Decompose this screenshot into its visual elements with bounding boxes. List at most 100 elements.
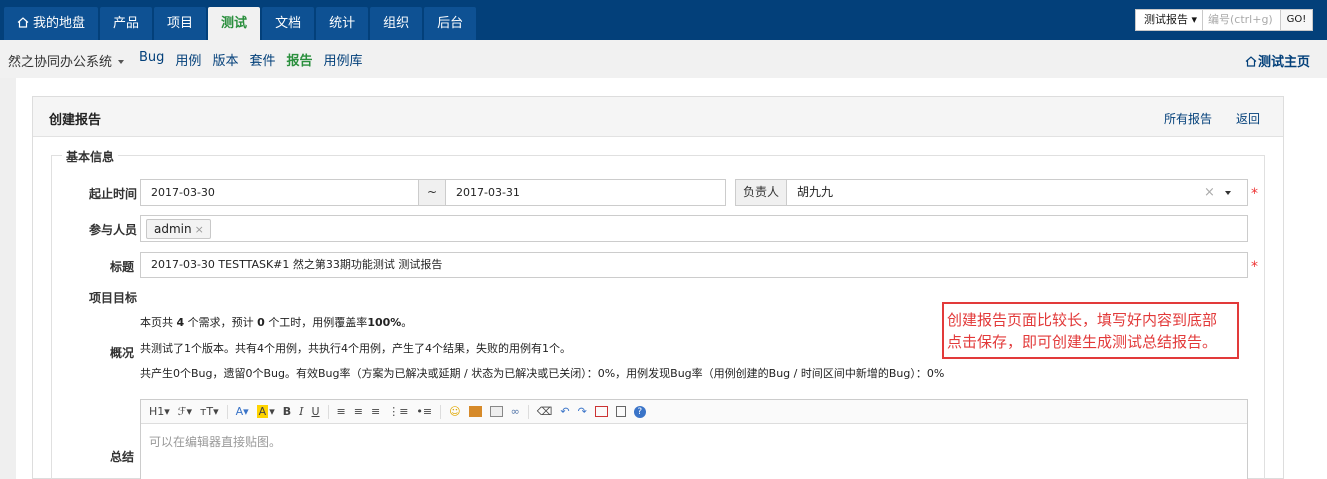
period-label: 起止时间 xyxy=(89,187,138,201)
owner-select[interactable]: 胡九九 × xyxy=(786,179,1248,206)
italic-button[interactable]: I xyxy=(299,405,303,418)
search-type-select[interactable]: 测试报告 ▾ xyxy=(1135,9,1203,31)
members-select[interactable]: admin × xyxy=(140,215,1248,242)
search-input[interactable]: 编号(ctrl+g) xyxy=(1203,9,1281,31)
nav-tab-doc[interactable]: 文档 xyxy=(262,7,315,40)
template-icon[interactable] xyxy=(615,406,626,417)
search-go-button[interactable]: GO! xyxy=(1281,9,1313,31)
goal-hours: 0 xyxy=(257,316,265,329)
fieldset-legend: 基本信息 xyxy=(62,148,119,165)
sub-nav-links: Bug 用例 版本 套件 报告 用例库 xyxy=(139,50,374,69)
nav-tab-product[interactable]: 产品 xyxy=(100,7,153,40)
test-home-link[interactable]: 测试主页 xyxy=(1245,51,1310,70)
highlight-dropdown-icon[interactable]: ▾ xyxy=(269,405,275,418)
code-icon[interactable] xyxy=(489,406,503,417)
redo-icon[interactable]: ↷ xyxy=(578,405,587,418)
goal-prefix: 本页共 xyxy=(140,316,173,329)
subnav-report[interactable]: 报告 xyxy=(286,50,312,69)
back-link[interactable]: 返回 xyxy=(1236,110,1260,127)
all-reports-link[interactable]: 所有报告 xyxy=(1164,110,1212,127)
heading-button[interactable]: H1▾ xyxy=(149,405,170,418)
goal-text: 本页共 4 个需求，预计 0 个工时，用例覆盖率100%。 xyxy=(140,314,412,330)
start-date-input[interactable]: 2017-03-30 xyxy=(140,179,419,206)
summary-label: 总结 xyxy=(110,450,135,464)
annotation-line-1: 创建报告页面比较长，填写好内容到底部 xyxy=(947,311,1218,329)
main-nav: 我的地盘 产品 项目 测试 文档 统计 组织 后台 xyxy=(4,7,478,40)
bold-button[interactable]: B xyxy=(283,405,291,418)
underline-button[interactable]: U xyxy=(311,405,319,418)
summary-editor[interactable]: H1▾ ℱ▾ тT▾ A▾ A▾ B I U ≡ ≡ ≡ ⋮≡ •≡ ☺ ∞ xyxy=(140,399,1248,479)
emoji-icon[interactable]: ☺ xyxy=(449,405,460,418)
goal-count: 4 xyxy=(176,316,185,329)
overview-line-2: 共产生0个Bug，遗留0个Bug。有效Bug率（方案为已解决或延期 / 状态为已… xyxy=(140,367,945,380)
nav-tab-label: 我的地盘 xyxy=(33,16,86,31)
clear-icon[interactable]: × xyxy=(1204,180,1215,205)
test-home-label: 测试主页 xyxy=(1258,55,1311,70)
eraser-icon[interactable]: ⌫ xyxy=(537,405,553,418)
toolbar-divider xyxy=(527,404,529,419)
nav-tab-project[interactable]: 项目 xyxy=(154,7,207,40)
owner-value: 胡九九 xyxy=(797,185,834,199)
chevron-down-icon xyxy=(118,60,125,64)
subnav-caselib[interactable]: 用例库 xyxy=(323,50,362,69)
toolbar-divider xyxy=(440,404,442,419)
ordered-list-icon[interactable]: ⋮≡ xyxy=(388,405,408,418)
owner-label: 负责人 xyxy=(735,179,787,206)
highlight-button[interactable]: A xyxy=(256,405,269,418)
font-color-button[interactable]: A▾ xyxy=(236,405,249,418)
title-label: 标题 xyxy=(110,260,135,274)
unordered-list-icon[interactable]: •≡ xyxy=(416,405,432,418)
title-input[interactable]: 2017-03-30 TESTTASK#1 然之第33期功能测试 测试报告 xyxy=(140,252,1248,278)
nav-tab-company[interactable]: 组织 xyxy=(370,7,423,40)
member-chip[interactable]: admin × xyxy=(146,219,211,239)
align-center-icon[interactable]: ≡ xyxy=(354,405,363,418)
help-icon[interactable]: ? xyxy=(633,405,646,418)
link-icon[interactable]: ∞ xyxy=(511,405,520,418)
product-name: 然之协同办公系统 xyxy=(8,55,113,70)
nav-tab-my[interactable]: 我的地盘 xyxy=(4,7,99,40)
sub-navbar: 然之协同办公系统 Bug 用例 版本 套件 报告 用例库 测试主页 xyxy=(0,40,1327,78)
subnav-bug[interactable]: Bug xyxy=(139,50,164,69)
goal-mid2: 个工时，用例覆盖率 xyxy=(268,316,368,329)
nav-tab-report[interactable]: 统计 xyxy=(316,7,369,40)
font-family-button[interactable]: ℱ▾ xyxy=(178,405,192,418)
goal-mid: 个需求，预计 xyxy=(187,316,254,329)
member-name: admin xyxy=(154,222,192,236)
create-report-panel: 创建报告 所有报告 返回 基本信息 起止时间 2017-03-30 ~ 2017… xyxy=(32,96,1284,479)
annotation-callout: 创建报告页面比较长，填写好内容到底部 点击保存，即可创建生成测试总结报告。 xyxy=(942,302,1239,359)
subnav-case[interactable]: 用例 xyxy=(175,50,201,69)
toolbar-divider xyxy=(226,404,228,419)
product-switcher[interactable]: 然之协同办公系统 xyxy=(8,51,125,70)
chevron-down-icon[interactable] xyxy=(1225,191,1231,195)
overview-label: 概况 xyxy=(110,346,135,360)
align-left-icon[interactable]: ≡ xyxy=(337,405,346,418)
goal-label: 项目目标 xyxy=(89,291,138,305)
goal-rate: 100% xyxy=(367,316,402,329)
main-content: 创建报告 所有报告 返回 基本信息 起止时间 2017-03-30 ~ 2017… xyxy=(16,78,1327,479)
page-title: 创建报告 xyxy=(49,113,102,128)
overview-line-1: 共测试了1个版本。共有4个用例，共执行4个用例，产生了4个结果，失败的用例有1个… xyxy=(140,342,571,355)
search-type-label: 测试报告 xyxy=(1144,13,1188,26)
undo-icon[interactable]: ↶ xyxy=(560,405,569,418)
date-separator: ~ xyxy=(418,179,446,206)
home-icon xyxy=(17,17,29,28)
fullscreen-icon[interactable] xyxy=(594,406,608,417)
nav-tab-admin[interactable]: 后台 xyxy=(424,7,477,40)
top-search: 测试报告 ▾ 编号(ctrl+g) GO! xyxy=(1135,9,1313,31)
nav-tab-test[interactable]: 测试 xyxy=(208,7,261,40)
top-navbar: 我的地盘 产品 项目 测试 文档 统计 组织 后台 测试报告 ▾ 编号(ctrl… xyxy=(0,0,1327,40)
panel-header: 创建报告 所有报告 返回 xyxy=(33,97,1283,137)
end-date-input[interactable]: 2017-03-31 xyxy=(445,179,726,206)
annotation-line-2: 点击保存，即可创建生成测试总结报告。 xyxy=(947,333,1218,351)
align-right-icon[interactable]: ≡ xyxy=(371,405,380,418)
members-label: 参与人员 xyxy=(89,223,138,237)
editor-placeholder: 可以在编辑器直接贴图。 xyxy=(149,435,282,449)
subnav-suite[interactable]: 套件 xyxy=(249,50,275,69)
subnav-build[interactable]: 版本 xyxy=(212,50,238,69)
remove-icon[interactable]: × xyxy=(195,223,204,236)
font-size-button[interactable]: тT▾ xyxy=(200,405,219,418)
image-icon[interactable] xyxy=(468,406,482,417)
required-mark: * xyxy=(1251,259,1258,275)
home-icon xyxy=(1245,56,1257,67)
toolbar-divider xyxy=(327,404,329,419)
